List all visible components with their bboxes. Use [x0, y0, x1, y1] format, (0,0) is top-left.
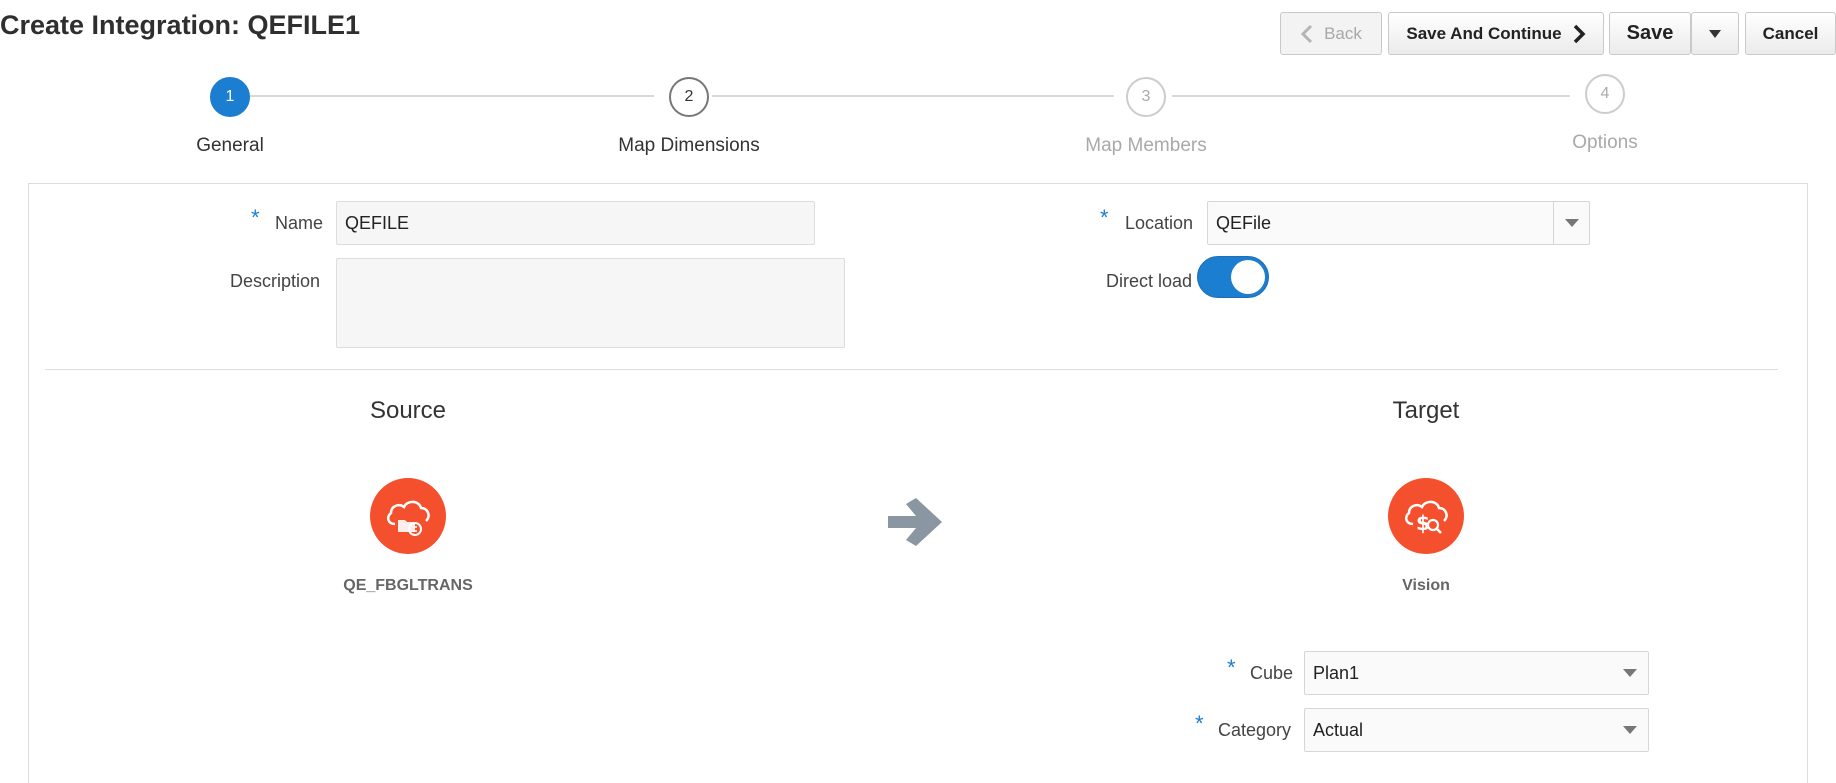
step-number: 4	[1600, 85, 1610, 102]
required-indicator: *	[251, 205, 260, 230]
description-input[interactable]	[336, 258, 845, 348]
chevron-right-icon	[1573, 24, 1586, 43]
direct-load-toggle[interactable]	[1197, 256, 1269, 298]
category-label: Category	[1218, 720, 1292, 740]
back-button-label: Back	[1324, 23, 1362, 43]
step-2-map-dimensions[interactable]: 2	[669, 77, 709, 117]
save-menu-button[interactable]	[1691, 12, 1739, 55]
location-label: Location	[1125, 213, 1194, 233]
location-select[interactable]: QEFile	[1207, 201, 1590, 245]
caret-down-icon	[1709, 29, 1721, 38]
step-number: 2	[684, 88, 694, 105]
step-label-map-dimensions[interactable]: Map Dimensions	[618, 135, 760, 157]
step-4-options: 4	[1585, 74, 1625, 114]
chevron-down-icon[interactable]	[1612, 652, 1648, 694]
step-3-map-members: 3	[1126, 77, 1166, 117]
save-and-continue-button[interactable]: Save And Continue	[1388, 12, 1604, 55]
step-number: 1	[225, 88, 235, 105]
location-value: QEFile	[1216, 212, 1272, 233]
cube-value: Plan1	[1313, 662, 1360, 683]
toggle-knob	[1231, 260, 1265, 294]
step-label-map-members: Map Members	[1085, 135, 1207, 156]
target-title: Target	[1392, 397, 1460, 424]
cube-label: Cube	[1250, 663, 1294, 683]
step-number: 3	[1141, 88, 1151, 105]
chevron-left-icon	[1300, 24, 1313, 43]
direct-load-label: Direct load	[1106, 271, 1193, 291]
arrow-right-icon	[888, 498, 942, 546]
cloud-folder-icon[interactable]	[370, 478, 446, 554]
description-label: Description	[230, 271, 321, 291]
step-label-general[interactable]: General	[196, 135, 264, 157]
name-label: Name	[275, 213, 324, 233]
chevron-down-icon[interactable]	[1612, 709, 1648, 751]
cancel-button-label: Cancel	[1762, 23, 1819, 43]
required-indicator: *	[1227, 655, 1236, 680]
cloud-dollar-icon-glyph: $	[1404, 500, 1448, 535]
save-button[interactable]: Save	[1609, 12, 1691, 55]
cloud-dollar-icon[interactable]: $	[1388, 478, 1464, 554]
cancel-button[interactable]: Cancel	[1745, 12, 1836, 55]
cube-select[interactable]: Plan1	[1304, 651, 1649, 695]
chevron-down-icon[interactable]	[1553, 202, 1589, 244]
target-app-name: Vision	[1402, 577, 1450, 594]
required-indicator: *	[1100, 205, 1109, 230]
category-value: Actual	[1313, 719, 1364, 740]
save-button-label: Save	[1626, 22, 1674, 44]
back-button[interactable]: Back	[1280, 12, 1382, 55]
category-select[interactable]: Actual	[1304, 708, 1649, 752]
name-input[interactable]	[336, 201, 815, 245]
section-divider	[45, 369, 1778, 370]
cloud-folder-icon-glyph	[386, 500, 430, 536]
step-label-options: Options	[1572, 132, 1638, 153]
save-and-continue-label: Save And Continue	[1406, 23, 1562, 43]
train-connector	[712, 95, 1114, 97]
step-1-general[interactable]: 1	[210, 77, 250, 117]
train-connector	[1172, 95, 1570, 97]
source-title: Source	[369, 397, 447, 424]
required-indicator: *	[1195, 711, 1204, 736]
train-connector	[250, 95, 654, 97]
source-app-name: QE_FBGLTRANS	[343, 577, 473, 594]
page-title: Create Integration: QEFILE1	[0, 10, 361, 40]
